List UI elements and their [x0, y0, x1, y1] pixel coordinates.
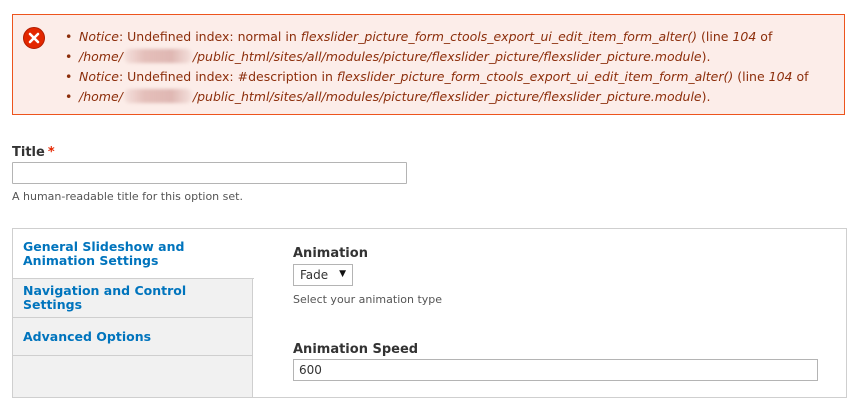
- tab-navigation-control[interactable]: Navigation and Control Settings: [13, 279, 253, 318]
- dropdown-arrow-icon: ▼: [339, 269, 346, 279]
- animation-label: Animation: [293, 246, 368, 261]
- vertical-tab-list: General Slideshow and Animation Settings …: [13, 229, 254, 397]
- required-marker: *: [47, 145, 55, 160]
- error-list: Notice: Undefined index: normal in flexs…: [65, 27, 809, 107]
- error-item: Notice: Undefined index: normal in flexs…: [65, 27, 809, 47]
- error-item-path: /home//public_html/sites/all/modules/pic…: [65, 87, 809, 107]
- tab-advanced-options[interactable]: Advanced Options: [13, 318, 253, 356]
- error-messages: Notice: Undefined index: normal in flexs…: [12, 14, 845, 115]
- redacted-username: [123, 49, 192, 63]
- animation-description: Select your animation type: [293, 293, 443, 306]
- title-input[interactable]: [12, 162, 407, 184]
- redacted-username: [123, 89, 192, 103]
- animation-speed-label: Animation Speed: [293, 342, 419, 357]
- animation-speed-input[interactable]: 600: [293, 359, 818, 381]
- title-description: A human-readable title for this option s…: [12, 190, 243, 203]
- error-circle-x-icon: [23, 27, 45, 49]
- error-item-path: /home//public_html/sites/all/modules/pic…: [65, 47, 809, 67]
- title-label: Title *: [12, 145, 55, 160]
- error-item: Notice: Undefined index: #description in…: [65, 67, 809, 87]
- animation-select[interactable]: Fade ▼: [293, 264, 353, 286]
- tab-general-slideshow[interactable]: General Slideshow and Animation Settings: [13, 229, 254, 279]
